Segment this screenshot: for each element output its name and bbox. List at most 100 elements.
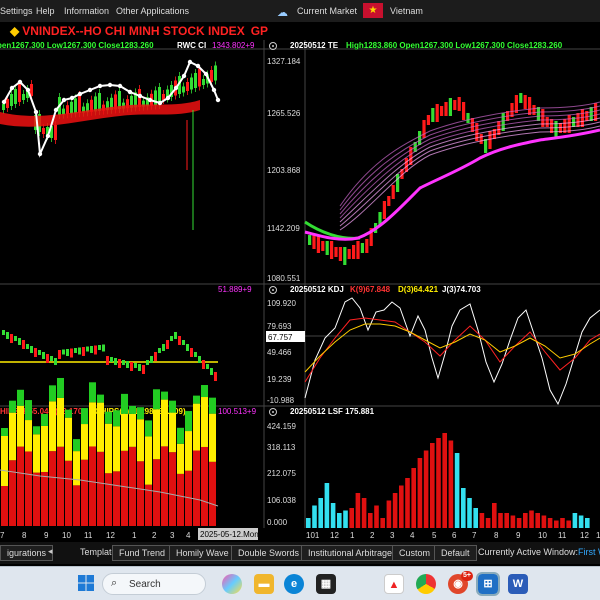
candle-body <box>453 100 457 110</box>
tab-institutional-arbitrage[interactable]: Institutional Arbitrage <box>301 545 400 561</box>
chrome-browser-icon[interactable] <box>416 574 436 594</box>
app-grid-icon[interactable]: ▦ <box>316 574 336 594</box>
candle-body <box>202 79 205 85</box>
candle-body <box>444 102 448 116</box>
lsf-bar <box>306 518 311 528</box>
menu-help[interactable]: Help <box>36 6 55 16</box>
tab-default[interactable]: Default <box>434 545 477 561</box>
edge-browser-icon[interactable]: e <box>284 574 304 594</box>
active-trading-app-icon[interactable]: ⊞ <box>476 572 500 596</box>
osc-candle <box>98 345 101 350</box>
left-x-tick: 12 <box>106 531 115 540</box>
bar-green <box>121 393 128 414</box>
lsf-bar <box>516 518 522 528</box>
trail-dot <box>69 95 75 101</box>
bar-red <box>57 446 64 526</box>
search-placeholder: Search <box>129 579 161 590</box>
bar-yellow <box>137 419 144 462</box>
lsf-bar <box>479 513 485 528</box>
main-tick-2: 1203.868 <box>267 166 301 175</box>
candle-body <box>387 196 391 206</box>
stock-app-icon[interactable]: ▲ <box>384 574 404 594</box>
candle-body <box>42 128 45 134</box>
candle-body <box>186 82 189 91</box>
copilot-icon[interactable] <box>222 574 242 594</box>
osc-candle <box>38 350 41 355</box>
candle-body <box>418 131 422 145</box>
trail-dot <box>53 107 59 113</box>
left-date-box: 2025-05-12.Mon <box>200 530 259 539</box>
osc-candle <box>194 352 197 357</box>
bar-red <box>25 451 32 526</box>
bar-red <box>97 451 104 526</box>
taskbar-search[interactable]: ⌕ Search <box>102 573 206 595</box>
candle-body <box>594 103 598 121</box>
tab-custom[interactable]: Custom <box>392 545 438 561</box>
tab-double-swords[interactable]: Double Swords <box>231 545 307 561</box>
candle-body <box>396 174 400 192</box>
arrow-icon[interactable]: ◂ <box>46 546 55 562</box>
kdj-highlight-value: 67.757 <box>268 333 293 342</box>
left-x-tick: 4 <box>186 531 191 540</box>
bar-yellow <box>89 402 96 447</box>
file-explorer-icon[interactable]: ▬ <box>254 574 274 594</box>
search-icon: ⌕ <box>111 577 118 589</box>
trail-dot <box>77 91 83 97</box>
lsf-bar <box>442 433 447 528</box>
trail-dot <box>45 133 51 139</box>
right-x-tick: 10 <box>538 531 547 540</box>
candle-body <box>466 113 470 123</box>
right-x-tick: 6 <box>452 531 457 540</box>
menu-other-applications[interactable]: Other Applications <box>116 6 189 16</box>
bar-green <box>81 408 88 425</box>
kdj-tick-0: 109.920 <box>267 299 296 308</box>
chart-area[interactable]: pen1267.300 Low1267.300 Close1283.260 RW… <box>0 40 600 542</box>
osc-candle <box>82 347 85 356</box>
osc-candle <box>138 364 141 371</box>
candle-body <box>426 115 430 125</box>
tab-homily-wave[interactable]: Homily Wave <box>169 545 236 561</box>
word-icon[interactable]: W <box>508 574 528 594</box>
osc-candle <box>6 332 9 339</box>
trail-dot <box>17 79 23 85</box>
kdj-tick-2: 49.466 <box>267 348 292 357</box>
bar-red <box>169 452 176 526</box>
candle-body <box>182 86 185 93</box>
candle-body <box>321 241 325 251</box>
osc-candle <box>78 347 81 355</box>
tab-fund-trend[interactable]: Fund Trend <box>112 545 173 561</box>
trail-dot <box>147 97 153 103</box>
candle-body <box>484 139 488 153</box>
bar-yellow <box>185 431 192 471</box>
current-market-label[interactable]: Current Market <box>297 6 357 16</box>
left-x-tick: 8 <box>22 531 27 540</box>
lsf-bar <box>374 505 379 528</box>
candle-body <box>14 89 17 104</box>
osc-candle <box>158 348 161 353</box>
bottom-tabs: igurations ◂ Template Fund Trend Homily … <box>0 542 600 564</box>
left-x-tick: 1 <box>132 531 137 540</box>
chart-title: ◆ VNINDEX--HO CHI MINH STOCK INDEX GP <box>10 24 268 38</box>
lsf-bar <box>498 513 503 528</box>
country-label[interactable]: Vietnam <box>390 6 423 16</box>
notification-app-icon[interactable]: ◉ 5+ <box>448 571 473 594</box>
candle-body <box>330 241 334 259</box>
osc-candle <box>66 349 69 356</box>
osc-candle <box>2 330 5 335</box>
menu-information[interactable]: Information <box>64 6 109 16</box>
active-window-value[interactable]: First W <box>572 545 600 561</box>
bar-yellow <box>49 401 56 452</box>
trail-dot <box>87 87 93 93</box>
bar-yellow <box>169 412 176 453</box>
candle-body <box>312 235 316 249</box>
main-left-tag: RWC CI <box>177 41 206 50</box>
right-x-tick: 11 <box>558 531 567 540</box>
trail-dot <box>173 85 179 91</box>
windows-start-icon[interactable] <box>76 574 96 594</box>
candle-body <box>210 70 213 82</box>
candle-body <box>576 113 580 127</box>
menu-settings[interactable]: Settings <box>0 6 33 16</box>
trail-dot <box>165 95 171 101</box>
bar-green <box>105 411 112 424</box>
candle-body <box>382 201 386 219</box>
